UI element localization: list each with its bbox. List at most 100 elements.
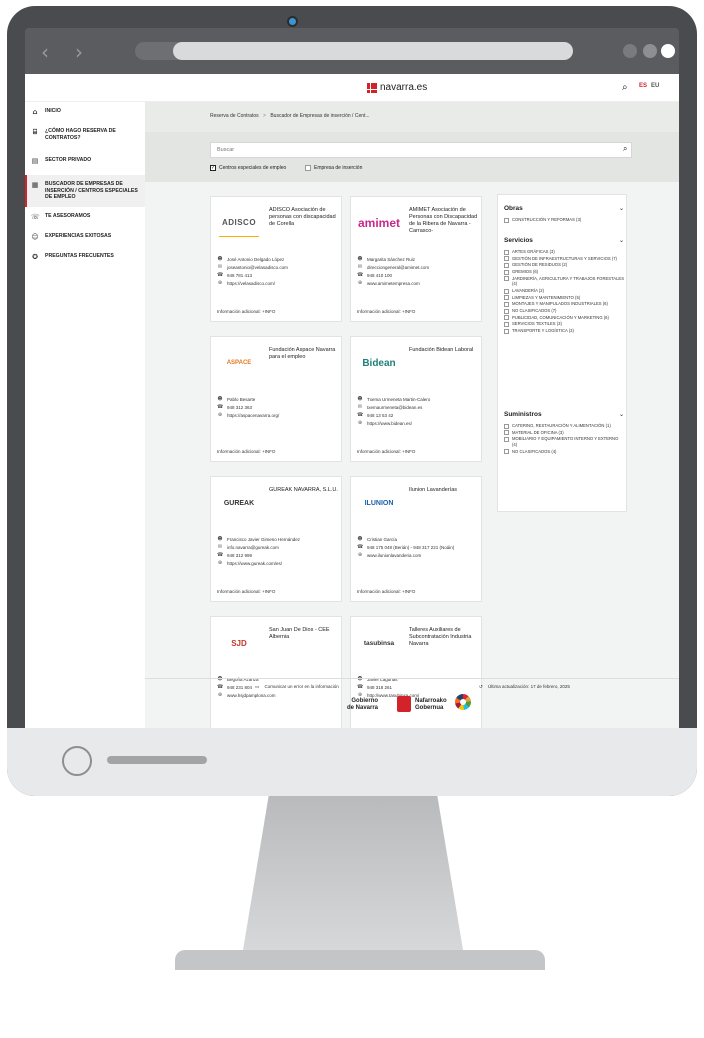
checkbox-icon[interactable] bbox=[504, 423, 509, 429]
company-name[interactable]: San Juan De Dios - CEE Albernia bbox=[269, 627, 339, 641]
contact-name: Pablo Besarte bbox=[227, 396, 256, 402]
checkbox-icon[interactable] bbox=[305, 165, 311, 171]
category-option[interactable]: MATERIAL DE OFICINA (3) bbox=[504, 430, 624, 436]
sidebar-item-sector-privado[interactable]: ▤ SECTOR PRIVADO bbox=[25, 151, 145, 171]
filter-ei[interactable]: Empresa de inserción bbox=[305, 165, 362, 171]
sidebar-item-como-hago[interactable]: ⌸ ¿CÓMO HAGO RESERVA DE CONTRATOS? bbox=[25, 122, 145, 147]
contact-web[interactable]: www.amimetempresa.com bbox=[367, 281, 420, 286]
search-icon[interactable]: ⌕ bbox=[622, 82, 628, 93]
contact-web[interactable]: https://www.gureak.com/es/ bbox=[227, 561, 282, 566]
card-more-info[interactable]: Información adicional: +INFO bbox=[217, 309, 275, 314]
section-header[interactable]: Suministros ⌄ bbox=[504, 411, 624, 423]
company-name[interactable]: GUREAK NAVARRA, S.L.U. bbox=[269, 487, 339, 494]
category-option[interactable]: NO CLASIFICADOS (4) bbox=[504, 449, 624, 455]
checkbox-icon[interactable] bbox=[504, 217, 509, 223]
contact-email[interactable]: txemaurmeneta@bidean.es bbox=[367, 405, 422, 410]
contact-web[interactable]: www.ilunionlavanderia.com bbox=[367, 553, 421, 558]
company-card[interactable]: Bidean Fundación Bidean Laboral ☻ Txema U… bbox=[350, 336, 482, 462]
chevron-down-icon[interactable]: ⌄ bbox=[619, 411, 624, 423]
site-logo[interactable]: navarra.es bbox=[367, 82, 427, 93]
category-option[interactable]: ARTES GRÁFICAS (3) bbox=[504, 249, 624, 255]
checkbox-icon[interactable] bbox=[504, 256, 509, 262]
checkbox-icon[interactable] bbox=[504, 288, 509, 294]
filter-cee[interactable]: ✓ Centros especiales de empleo bbox=[210, 165, 286, 171]
back-arrow-icon[interactable]: ‹ bbox=[41, 40, 49, 64]
company-name[interactable]: Fundación Bidean Laboral bbox=[409, 347, 479, 354]
contact-email[interactable]: joseantonio@velasadisco.com bbox=[227, 265, 288, 270]
report-error-link[interactable]: ▭ Comunicar un error en la información bbox=[255, 684, 339, 690]
card-more-info[interactable]: Información adicional: +INFO bbox=[217, 449, 275, 454]
category-option[interactable]: CATERING, RESTAURACIÓN Y ALIMENTACIÓN (1… bbox=[504, 423, 624, 429]
window-control-icon[interactable] bbox=[643, 44, 657, 58]
category-option[interactable]: LAVANDERÍA (2) bbox=[504, 288, 624, 294]
contact-web[interactable]: https://aspacenavarra.org/ bbox=[227, 413, 279, 418]
category-option[interactable]: MOBILIARIO Y EQUIPAMIENTO INTERNO Y EXTE… bbox=[504, 436, 624, 447]
company-name[interactable]: Fundación Aspace Navarra para el empleo bbox=[269, 347, 339, 361]
checkbox-icon[interactable] bbox=[504, 276, 509, 282]
checkbox-icon[interactable] bbox=[504, 449, 509, 455]
card-more-info[interactable]: Información adicional: +INFO bbox=[357, 449, 415, 454]
breadcrumb-root-link[interactable]: Reserva de Contratos bbox=[210, 113, 259, 119]
company-name[interactable]: ADISCO Asociación de personas con discap… bbox=[269, 207, 339, 228]
contact-email[interactable]: direcciongeneral@amimet.com bbox=[367, 265, 429, 270]
category-option[interactable]: NO CLASIFICADOS (7) bbox=[504, 308, 624, 314]
section-header[interactable]: Servicios ⌄ bbox=[504, 237, 624, 249]
category-option[interactable]: PUBLICIDAD, COMUNICACIÓN Y MARKETING (6) bbox=[504, 315, 624, 321]
checkbox-icon[interactable] bbox=[504, 321, 509, 327]
category-option[interactable]: TRANSPORTE Y LOGÍSTICA (3) bbox=[504, 328, 624, 334]
company-card[interactable]: GUREAK GUREAK NAVARRA, S.L.U. ☻ Francisco… bbox=[210, 476, 342, 602]
category-option[interactable]: GESTIÓN DE INFRAESTRUCTURAS Y SERVICIOS … bbox=[504, 256, 624, 262]
last-updated-label: Última actualización: 17 de febrero, 202… bbox=[488, 684, 570, 689]
checkbox-icon[interactable] bbox=[504, 295, 509, 301]
window-control-icon[interactable] bbox=[623, 44, 637, 58]
checkbox-icon[interactable] bbox=[504, 308, 509, 314]
company-name[interactable]: AMIMET Asociación de Personas con Discap… bbox=[409, 207, 479, 235]
category-option[interactable]: CONSTRUCCIÓN Y REFORMAS (3) bbox=[504, 217, 624, 223]
card-more-info[interactable]: Información adicional: +INFO bbox=[357, 309, 415, 314]
sidebar-item-buscador[interactable]: ▦ BUSCADOR DE EMPRESAS DE INSERCIÓN / CE… bbox=[25, 175, 145, 207]
company-name[interactable]: Talleres Auxiliares de Subcontratación I… bbox=[409, 627, 479, 648]
section-header[interactable]: Obras ⌄ bbox=[504, 205, 624, 217]
card-more-info[interactable]: Información adicional: +INFO bbox=[217, 589, 275, 594]
card-more-info[interactable]: Información adicional: +INFO bbox=[357, 589, 415, 594]
sidebar-item-inicio[interactable]: ⌂ INICIO bbox=[25, 102, 145, 122]
address-bar[interactable] bbox=[173, 42, 573, 60]
checkbox-icon[interactable] bbox=[504, 262, 509, 268]
search-input[interactable] bbox=[210, 142, 632, 158]
contact-web[interactable]: https://velasadisco.com/ bbox=[227, 281, 275, 286]
chevron-down-icon[interactable]: ⌄ bbox=[619, 237, 624, 249]
lang-eu-link[interactable]: EU bbox=[651, 83, 659, 89]
category-option-label: PUBLICIDAD, COMUNICACIÓN Y MARKETING (6) bbox=[512, 314, 609, 320]
company-name[interactable]: Ilunion Lavanderías bbox=[409, 487, 479, 494]
search-icon[interactable]: ⌕ bbox=[623, 144, 627, 154]
user-icon: ☻ bbox=[217, 256, 223, 262]
lang-es-link[interactable]: ES bbox=[639, 83, 647, 89]
checkbox-icon[interactable] bbox=[504, 315, 509, 321]
checkbox-icon[interactable] bbox=[504, 249, 509, 255]
sidebar-item-te-asesoramos[interactable]: ☏ TE ASESORAMOS bbox=[25, 207, 145, 227]
window-control-icon[interactable] bbox=[661, 44, 675, 58]
sidebar-item-experiencias[interactable]: ☺ EXPERIENCIAS EXITOSAS bbox=[25, 227, 145, 247]
chevron-down-icon[interactable]: ⌄ bbox=[619, 205, 624, 217]
category-option[interactable]: LIMPIEZAS Y MANTENIMIENTO (5) bbox=[504, 295, 624, 301]
checkbox-icon[interactable] bbox=[504, 430, 509, 436]
checkbox-checked-icon[interactable]: ✓ bbox=[210, 165, 216, 171]
company-card[interactable]: ILUNION Ilunion Lavanderías ☻ Cristian Ga… bbox=[350, 476, 482, 602]
checkbox-icon[interactable] bbox=[504, 328, 509, 334]
forward-arrow-icon[interactable]: › bbox=[75, 40, 83, 64]
sidebar-item-preguntas[interactable]: ✪ PREGUNTAS FRECUENTES bbox=[25, 247, 145, 267]
category-option[interactable]: GESTIÓN DE RESIDUOS (2) bbox=[504, 262, 624, 268]
category-option[interactable]: MONTAJES Y MANIPULADOS INDUSTRIALES (6) bbox=[504, 301, 624, 307]
contact-web[interactable]: https://www.bidean.es/ bbox=[367, 421, 412, 426]
company-card[interactable]: ADISCO ADISCO Asociación de personas con… bbox=[210, 196, 342, 322]
checkbox-icon[interactable] bbox=[504, 301, 509, 307]
checkbox-icon[interactable] bbox=[504, 269, 509, 275]
company-card[interactable]: amimet AMIMET Asociación de Personas con… bbox=[350, 196, 482, 322]
checkbox-icon[interactable] bbox=[504, 436, 509, 442]
category-option[interactable]: JARDINERÍA, AGRICULTURA Y TRABAJOS FORES… bbox=[504, 276, 624, 287]
category-option[interactable]: SERVICIOS TEXTILES (3) bbox=[504, 321, 624, 327]
globe-icon: ⊕ bbox=[357, 552, 363, 558]
category-option[interactable]: GREMIOS (6) bbox=[504, 269, 624, 275]
company-card[interactable]: ASPACE Fundación Aspace Navarra para el … bbox=[210, 336, 342, 462]
contact-email[interactable]: info.navarra@gureak.com bbox=[227, 545, 279, 550]
